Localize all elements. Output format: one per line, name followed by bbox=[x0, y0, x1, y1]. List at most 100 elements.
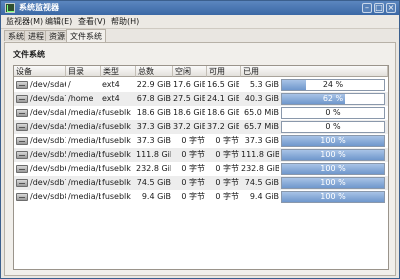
total-size: 18.6 GiB bbox=[136, 108, 171, 117]
harddisk-icon bbox=[16, 95, 28, 103]
usage-percent: 0 % bbox=[325, 122, 341, 131]
used-size: 111.8 GiB bbox=[241, 150, 279, 159]
menu-edit[interactable]: 编辑(E) bbox=[43, 16, 74, 27]
device-name: /dev/sdb6 bbox=[30, 164, 66, 173]
free-size: 0 字节 bbox=[181, 178, 205, 187]
filesystem-table: 设备 目录 类型 总数 空闲 可用 已用 /dev/sda6/ ext4 22.9 … bbox=[13, 65, 389, 270]
total-size: 67.8 GiB bbox=[136, 94, 171, 103]
column-header-available[interactable]: 可用 bbox=[207, 66, 241, 77]
usage-bar: 100 % bbox=[281, 191, 385, 203]
used-size: 65.7 MiB bbox=[244, 122, 279, 131]
tab-bar: 系统 进程 资源 文件系统 bbox=[1, 29, 399, 42]
used-size: 5.3 GiB bbox=[249, 80, 279, 89]
total-size: 74.5 GiB bbox=[136, 178, 171, 187]
available-size: 16.5 GiB bbox=[207, 80, 239, 89]
section-title: 文件系统 bbox=[13, 50, 45, 59]
device-name: /dev/sda6 bbox=[30, 80, 66, 89]
filesystem-type: fuseblk bbox=[102, 178, 131, 187]
maximize-icon[interactable]: □ bbox=[374, 3, 384, 13]
tab-filesystems[interactable]: 文件系统 bbox=[66, 29, 106, 42]
table-row[interactable]: /dev/sdb6/media/b6fuseblk232.8 GiB0 字节0 … bbox=[14, 162, 388, 176]
available-size: 0 字节 bbox=[215, 164, 239, 173]
harddisk-icon bbox=[16, 179, 28, 187]
free-size: 0 字节 bbox=[181, 150, 205, 159]
table-row[interactable]: /dev/sda6/ ext4 22.9 GiB 17.6 GiB 16.5 GiB 5.… bbox=[14, 78, 388, 92]
used-size: 9.4 GiB bbox=[249, 192, 279, 201]
window-title: 系统监视器 bbox=[19, 3, 59, 12]
available-size: 18.6 GiB bbox=[207, 108, 239, 117]
device-name: /dev/sda7 bbox=[30, 94, 66, 103]
total-size: 9.4 GiB bbox=[141, 192, 171, 201]
table-row[interactable]: /dev/sdb5/media/b5fuseblk111.8 GiB0 字节0 … bbox=[14, 148, 388, 162]
usage-bar: 0 % bbox=[281, 107, 385, 119]
device-name: /dev/sdal bbox=[30, 108, 66, 117]
usage-bar: 100 % bbox=[281, 163, 385, 175]
system-monitor-window: 系统监视器 – □ × 监视器(M) 编辑(E) 查看(V) 帮助(H) 系统 … bbox=[0, 0, 400, 279]
table-row[interactable]: /dev/sdb7/media/b7fuseblk 74.5 GiB 0 字节 0 字… bbox=[14, 176, 388, 190]
menu-help[interactable]: 帮助(H) bbox=[109, 16, 141, 27]
harddisk-icon bbox=[16, 123, 28, 131]
used-size: 232.8 GiB bbox=[241, 164, 279, 173]
device-name: /dev/sdb7 bbox=[30, 178, 66, 187]
used-size: 74.5 GiB bbox=[244, 178, 279, 187]
harddisk-icon bbox=[16, 151, 28, 159]
free-size: 18.6 GiB bbox=[173, 108, 205, 117]
mount-directory: / bbox=[68, 80, 71, 89]
available-size: 0 字节 bbox=[215, 136, 239, 145]
free-size: 0 字节 bbox=[181, 136, 205, 145]
column-header-free[interactable]: 空闲 bbox=[173, 66, 207, 77]
usage-percent: 100 % bbox=[320, 150, 346, 159]
used-size: 37.3 GiB bbox=[244, 136, 279, 145]
usage-percent: 100 % bbox=[320, 178, 346, 187]
total-size: 111.8 GiB bbox=[136, 150, 171, 159]
minimize-icon[interactable]: – bbox=[362, 3, 372, 13]
total-size: 37.3 GiB bbox=[136, 136, 171, 145]
system-monitor-icon bbox=[5, 3, 15, 13]
available-size: 37.2 GiB bbox=[207, 122, 239, 131]
close-icon[interactable]: × bbox=[386, 3, 396, 13]
usage-bar: 62 % bbox=[281, 93, 385, 105]
mount-directory: /media/a5 bbox=[68, 122, 101, 131]
filesystem-type: fuseblk bbox=[102, 108, 131, 117]
column-header-directory[interactable]: 目录 bbox=[66, 66, 101, 77]
titlebar[interactable]: 系统监视器 – □ × bbox=[1, 1, 399, 15]
usage-bar: 0 % bbox=[281, 121, 385, 133]
column-header-device[interactable]: 设备 bbox=[14, 66, 66, 77]
total-size: 37.3 GiB bbox=[136, 122, 171, 131]
usage-percent: 100 % bbox=[320, 136, 346, 145]
used-size: 40.3 GiB bbox=[244, 94, 279, 103]
mount-directory: /media/b1 bbox=[68, 136, 101, 145]
usage-bar: 100 % bbox=[281, 135, 385, 147]
usage-bar: 24 % bbox=[281, 79, 385, 91]
filesystem-type: fuseblk bbox=[102, 192, 131, 201]
filesystem-type: fuseblk bbox=[102, 136, 131, 145]
used-size: 65.0 MiB bbox=[244, 108, 279, 117]
menu-monitor[interactable]: 监视器(M) bbox=[4, 16, 45, 27]
free-size: 0 字节 bbox=[181, 164, 205, 173]
column-header-type[interactable]: 类型 bbox=[101, 66, 136, 77]
usage-bar: 100 % bbox=[281, 177, 385, 189]
table-row[interactable]: /dev/sda7/home ext4 67.8 GiB 27.5 GiB 24.1 G… bbox=[14, 92, 388, 106]
column-header-used[interactable]: 已用 bbox=[241, 66, 388, 77]
available-size: 0 字节 bbox=[215, 178, 239, 187]
usage-percent: 100 % bbox=[320, 192, 346, 201]
column-header-total[interactable]: 总数 bbox=[136, 66, 173, 77]
harddisk-icon bbox=[16, 137, 28, 145]
device-name: /dev/sdb8 bbox=[30, 192, 66, 201]
filesystem-type: fuseblk bbox=[102, 122, 131, 131]
table-row[interactable]: /dev/sdal/media/a1fuseblk18.6 GiB18.6 Gi… bbox=[14, 106, 388, 120]
total-size: 232.8 GiB bbox=[136, 164, 171, 173]
table-row[interactable]: /dev/sda5/media/a5fuseblk37.3 GiB37.2 Gi… bbox=[14, 120, 388, 134]
table-row[interactable]: /dev/sdb8/media/b8fuseblk 9.4 GiB 0 字节 0 字节… bbox=[14, 190, 388, 204]
mount-directory: /media/b7 bbox=[68, 178, 101, 187]
filesystem-type: fuseblk bbox=[102, 164, 131, 173]
device-name: /dev/sdb1 bbox=[30, 136, 66, 145]
mount-directory: /home bbox=[68, 94, 94, 103]
available-size: 0 字节 bbox=[215, 150, 239, 159]
table-row[interactable]: /dev/sdb1/media/b1fuseblk 37.3 GiB 0 字节 0 字… bbox=[14, 134, 388, 148]
available-size: 0 字节 bbox=[215, 192, 239, 201]
menubar: 监视器(M) 编辑(E) 查看(V) 帮助(H) bbox=[1, 15, 399, 29]
usage-percent: 0 % bbox=[325, 108, 341, 117]
filesystems-panel: 文件系统 设备 目录 类型 总数 空闲 可用 已用 /dev/sda6/ ext4… bbox=[4, 42, 396, 276]
menu-view[interactable]: 查看(V) bbox=[76, 16, 108, 27]
